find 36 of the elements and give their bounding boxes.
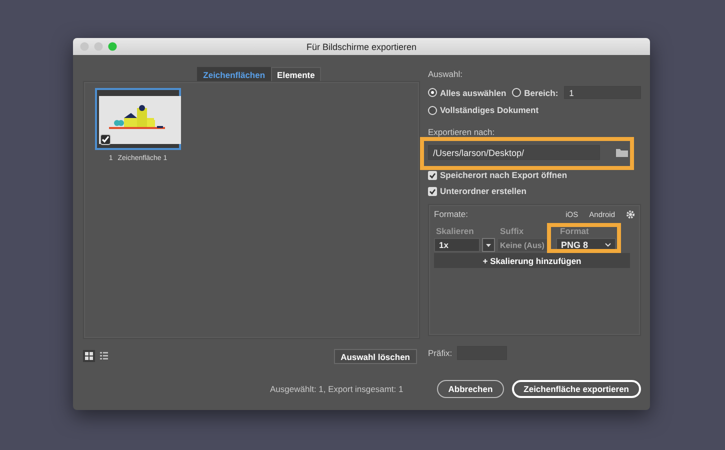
list-view-icon[interactable] [100,352,108,360]
folder-icon[interactable] [616,148,628,157]
scale-select[interactable]: 1x [434,238,480,252]
range-field[interactable]: 1 [564,86,641,99]
artboard-thumbnail[interactable] [95,88,181,150]
status-text: Ausgewählt: 1, Export insgesamt: 1 [270,384,404,394]
radio-label: Vollständiges Dokument [440,105,539,115]
section-label: Formate: [434,209,468,219]
prefix-label: Präfix: [428,348,452,358]
path-field[interactable]: /Users/larson/Desktop/ [428,145,600,160]
column-header: Skalieren [436,226,475,236]
section-label: Exportieren nach: [428,127,496,137]
tab[interactable]: Zeichenflächen [197,67,272,81]
radio-button[interactable] [512,88,522,97]
radio-label: Alles auswählen [440,88,506,98]
chevron-icon [605,243,611,247]
checkbox-label: Unterordner erstellen [440,186,526,196]
grid-view-icon[interactable] [85,352,93,360]
checkbox-label: Speicherort nach Export öffnen [440,170,568,180]
settings-icon[interactable] [626,210,635,218]
add-scale-button[interactable]: + Skalierung hinzufügen [434,253,630,268]
window-title: Für Bildschirme exportieren [306,42,417,52]
section-label: Auswahl: [428,69,464,79]
radio-label: Bereich: [524,88,558,98]
checkbox[interactable] [100,134,111,145]
checkbox[interactable] [428,170,437,180]
radio-button[interactable] [428,106,437,114]
checkbox[interactable] [428,186,437,196]
clear-selection-button[interactable]: Auswahl löschen [334,348,417,364]
radio-button[interactable] [428,88,437,97]
column-header: Suffix [500,226,525,236]
dropdown-button[interactable] [482,238,495,252]
tab[interactable]: Elemente [271,67,321,81]
export-button[interactable]: Zeichenfläche exportieren [512,380,641,398]
cancel-button[interactable]: Abbrechen [437,380,504,398]
column-header: Format [560,226,589,236]
